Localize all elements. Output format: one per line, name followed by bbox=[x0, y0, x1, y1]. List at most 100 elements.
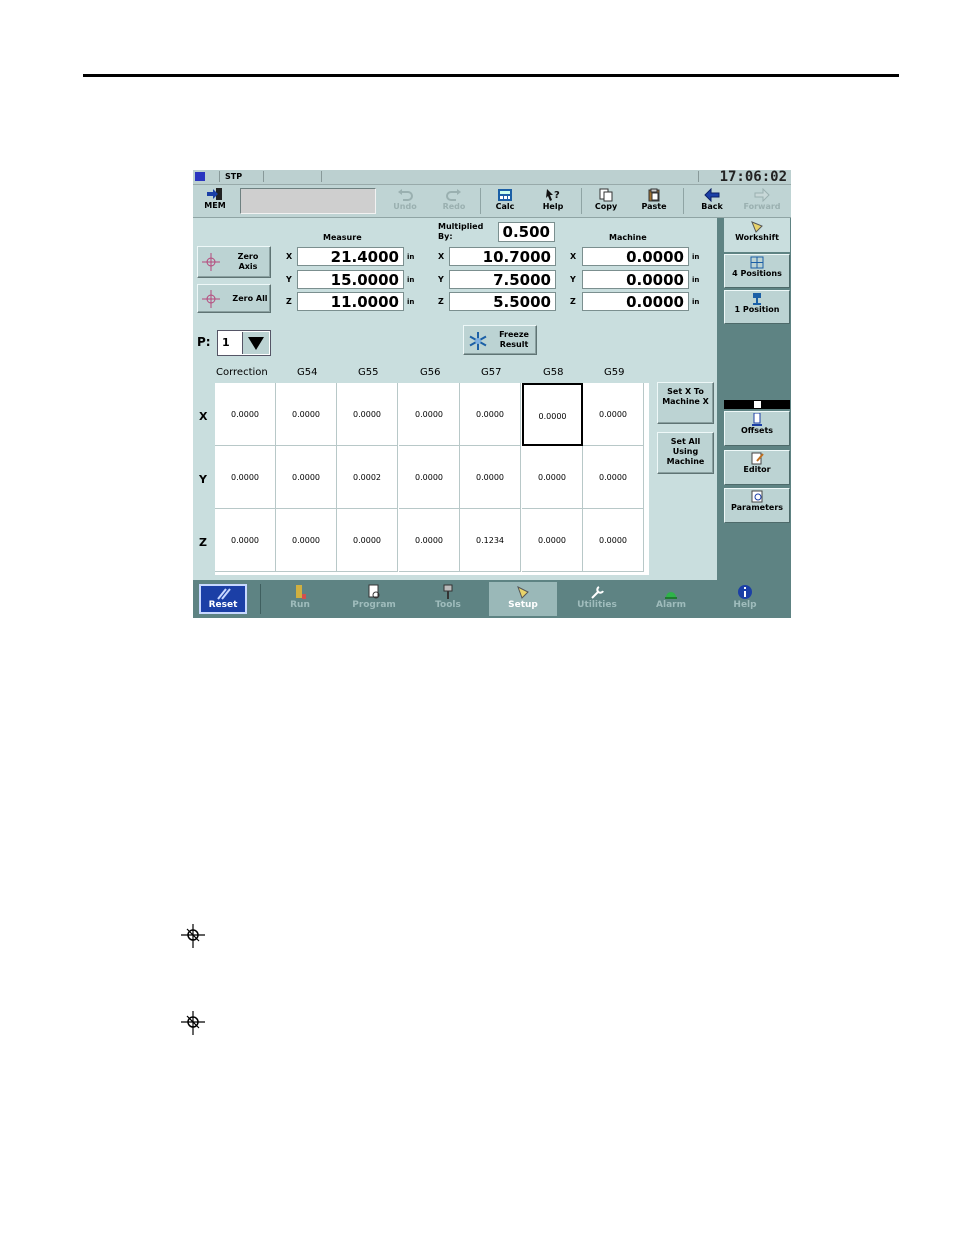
header-g58: G58 bbox=[543, 367, 564, 378]
setup-icon bbox=[517, 585, 529, 599]
cell-x-g55[interactable]: 0.0000 bbox=[337, 383, 398, 446]
cell-z-g57[interactable]: 0.1234 bbox=[460, 509, 521, 572]
alarm-light-icon bbox=[665, 592, 677, 599]
alarm-tab[interactable]: Alarm bbox=[637, 582, 705, 616]
paste-button[interactable]: Paste bbox=[632, 186, 676, 216]
undo-icon bbox=[398, 189, 413, 201]
reset-button[interactable]: Reset bbox=[199, 584, 247, 614]
copy-button[interactable]: Copy bbox=[584, 186, 628, 216]
cell-y-g58[interactable]: 0.0000 bbox=[522, 446, 583, 509]
header-correction: Correction bbox=[216, 367, 268, 378]
help-toolbar-button[interactable]: ? Help bbox=[531, 186, 575, 216]
undo-button[interactable]: Undo bbox=[383, 186, 427, 216]
crosshair-icon bbox=[202, 290, 220, 308]
measure-axis-y: Y bbox=[286, 275, 292, 284]
multiplier-field[interactable]: 0.500 bbox=[498, 222, 555, 242]
cell-y-g56[interactable]: 0.0000 bbox=[399, 446, 460, 509]
machine-state: STP bbox=[225, 172, 243, 181]
machine-heading: Machine bbox=[609, 233, 647, 242]
machine-axis-x: X bbox=[570, 252, 577, 261]
clock: 17:06:02 bbox=[719, 170, 787, 185]
chevron-down-icon bbox=[248, 337, 264, 350]
freeze-result-button[interactable]: Freeze Result bbox=[463, 325, 537, 355]
cell-y-correction[interactable]: 0.0000 bbox=[215, 446, 276, 509]
header-g54: G54 bbox=[297, 367, 318, 378]
multiplied-x-value: 10.7000 bbox=[449, 247, 556, 266]
wrench-icon bbox=[591, 586, 604, 599]
cell-z-correction[interactable]: 0.0000 bbox=[215, 509, 276, 572]
one-position-icon bbox=[753, 293, 761, 305]
offsets-icon bbox=[752, 413, 762, 426]
cell-x-g56[interactable]: 0.0000 bbox=[399, 383, 460, 446]
set-x-to-machine-button[interactable]: Set X To Machine X bbox=[657, 382, 714, 424]
workshift-icon bbox=[751, 221, 763, 233]
zero-all-button[interactable]: Zero All bbox=[197, 284, 271, 313]
machine-axis-y: Y bbox=[570, 275, 576, 284]
back-arrow-icon bbox=[704, 188, 720, 202]
program-tab[interactable]: Program bbox=[340, 582, 408, 616]
four-positions-tab[interactable]: 4 Positions bbox=[724, 254, 790, 288]
machine-x-value: 0.0000 bbox=[582, 247, 689, 266]
multiplied-y-value: 7.5000 bbox=[449, 270, 556, 289]
unit-label: in bbox=[407, 253, 415, 261]
measure-z-field[interactable]: 11.0000 bbox=[297, 292, 404, 311]
cell-x-g54[interactable]: 0.0000 bbox=[276, 383, 337, 446]
parameters-button[interactable]: Parameters bbox=[724, 488, 790, 523]
unit-label: in bbox=[407, 298, 415, 306]
calculator-icon bbox=[498, 189, 512, 201]
cell-z-g58[interactable]: 0.0000 bbox=[522, 509, 583, 572]
forward-button[interactable]: Forward bbox=[740, 186, 784, 216]
unit-label: in bbox=[692, 253, 700, 261]
run-tab[interactable]: Run bbox=[266, 582, 334, 616]
offset-grid: 0.0000 0.0000 0.0000 0.0000 0.0000 0.000… bbox=[215, 383, 649, 575]
measure-x-field[interactable]: 21.4000 bbox=[297, 247, 404, 266]
cell-x-g58[interactable]: 0.0000 bbox=[522, 383, 583, 446]
measure-y-field[interactable]: 15.0000 bbox=[297, 270, 404, 289]
cell-z-g55[interactable]: 0.0000 bbox=[337, 509, 398, 572]
machine-z-value: 0.0000 bbox=[582, 292, 689, 311]
one-position-tab[interactable]: 1 Position bbox=[724, 290, 790, 324]
cell-x-g57[interactable]: 0.0000 bbox=[460, 383, 521, 446]
row-label-x: X bbox=[199, 410, 208, 423]
calc-button[interactable]: Calc bbox=[483, 186, 527, 216]
measure-axis-z: Z bbox=[286, 297, 292, 306]
setup-tab[interactable]: Setup bbox=[489, 582, 557, 616]
offsets-button[interactable]: Offsets bbox=[724, 411, 790, 446]
cell-x-correction[interactable]: 0.0000 bbox=[215, 383, 276, 446]
header-g57: G57 bbox=[481, 367, 502, 378]
copy-icon bbox=[599, 188, 613, 202]
mem-mode-button[interactable]: MEM bbox=[197, 187, 233, 210]
p-dropdown[interactable]: 1 bbox=[217, 330, 271, 356]
zero-axis-button[interactable]: Zero Axis bbox=[197, 246, 271, 278]
paste-icon bbox=[648, 188, 660, 202]
parameters-icon bbox=[751, 490, 763, 503]
header-g59: G59 bbox=[604, 367, 625, 378]
cell-y-g54[interactable]: 0.0000 bbox=[276, 446, 337, 509]
cell-y-g55[interactable]: 0.0002 bbox=[337, 446, 398, 509]
workshift-tab[interactable]: Workshift bbox=[724, 218, 790, 252]
header-g56: G56 bbox=[420, 367, 441, 378]
editor-button[interactable]: Editor bbox=[724, 450, 790, 485]
set-all-using-machine-button[interactable]: Set All Using Machine bbox=[657, 432, 714, 474]
multiplied-axis-z: Z bbox=[438, 297, 444, 306]
status-bar: STP 17:06:02 bbox=[193, 170, 791, 185]
divider-marker-icon bbox=[754, 401, 761, 408]
target-icon bbox=[181, 1011, 205, 1035]
cell-y-g57[interactable]: 0.0000 bbox=[460, 446, 521, 509]
redo-button[interactable]: Redo bbox=[432, 186, 476, 216]
tools-tab[interactable]: Tools bbox=[414, 582, 482, 616]
cell-y-g59[interactable]: 0.0000 bbox=[583, 446, 644, 509]
utilities-tab[interactable]: Utilities bbox=[563, 582, 631, 616]
cell-z-g56[interactable]: 0.0000 bbox=[399, 509, 460, 572]
row-label-z: Z bbox=[199, 536, 207, 549]
cell-z-g54[interactable]: 0.0000 bbox=[276, 509, 337, 572]
run-icon bbox=[296, 585, 306, 599]
mode-arrow-icon bbox=[207, 188, 222, 200]
p-value: 1 bbox=[222, 336, 230, 349]
cell-x-g59[interactable]: 0.0000 bbox=[583, 383, 644, 446]
cell-z-g59[interactable]: 0.0000 bbox=[583, 509, 644, 572]
help-tab[interactable]: Help bbox=[711, 582, 779, 616]
dropdown-arrow-button[interactable] bbox=[242, 332, 269, 354]
redo-icon bbox=[446, 189, 461, 201]
back-button[interactable]: Back bbox=[690, 186, 734, 216]
